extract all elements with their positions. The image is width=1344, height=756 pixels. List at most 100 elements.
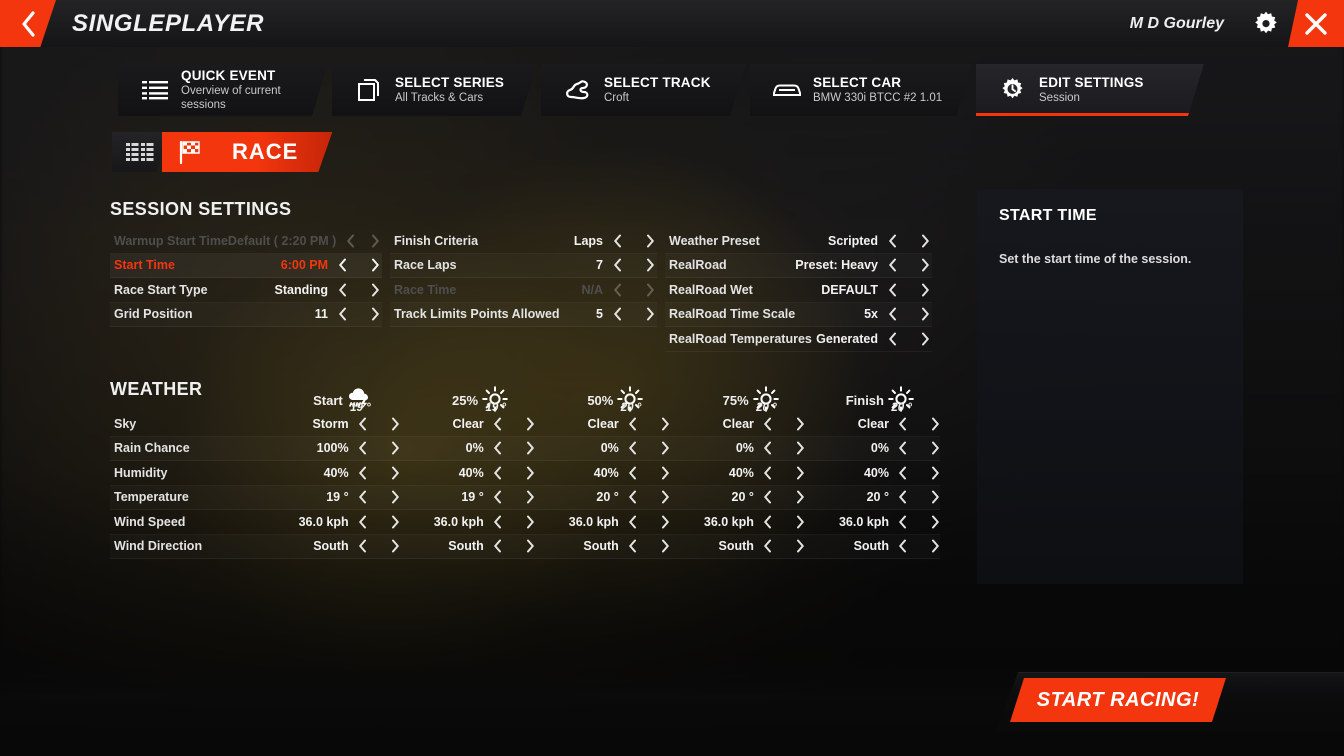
chevron-left-icon[interactable]	[358, 441, 367, 455]
chevron-right-icon[interactable]	[931, 490, 940, 504]
chevron-left-icon[interactable]	[628, 417, 637, 431]
nav-tab-quick-event[interactable]: QUICK EVENT Overview of current sessions	[118, 64, 328, 116]
weather-cell[interactable]: 40%	[805, 466, 940, 480]
chevron-right-icon[interactable]	[921, 307, 930, 321]
chevron-left-icon[interactable]	[493, 539, 502, 553]
setting-row[interactable]: Race Laps 7	[390, 254, 657, 278]
weather-cell[interactable]: Storm	[265, 417, 400, 431]
chevron-left-icon[interactable]	[763, 515, 772, 529]
close-button[interactable]	[1288, 0, 1344, 47]
chevron-left-icon[interactable]	[898, 466, 907, 480]
weather-cell[interactable]: 36.0 kph	[265, 515, 400, 529]
chevron-left-icon[interactable]	[346, 234, 355, 248]
chevron-left-icon[interactable]	[493, 466, 502, 480]
chevron-left-icon[interactable]	[763, 466, 772, 480]
chevron-left-icon[interactable]	[358, 490, 367, 504]
chevron-right-icon[interactable]	[931, 515, 940, 529]
chevron-left-icon[interactable]	[358, 417, 367, 431]
weather-cell[interactable]: 0%	[535, 441, 670, 455]
chevron-right-icon[interactable]	[526, 490, 535, 504]
chevron-right-icon[interactable]	[931, 539, 940, 553]
start-racing-button[interactable]: START RACING!	[1010, 678, 1226, 722]
chevron-right-icon[interactable]	[391, 417, 400, 431]
weather-cell[interactable]: Clear	[400, 417, 535, 431]
chevron-right-icon[interactable]	[921, 332, 930, 346]
chevron-left-icon[interactable]	[898, 441, 907, 455]
chevron-left-icon[interactable]	[763, 490, 772, 504]
weather-cell[interactable]: 20 °	[535, 490, 670, 504]
chevron-left-icon[interactable]	[493, 417, 502, 431]
chevron-right-icon[interactable]	[796, 441, 805, 455]
weather-cell[interactable]: South	[535, 539, 670, 553]
weather-cell[interactable]: 0%	[805, 441, 940, 455]
chevron-left-icon[interactable]	[358, 466, 367, 480]
chevron-left-icon[interactable]	[493, 515, 502, 529]
chevron-left-icon[interactable]	[628, 539, 637, 553]
chevron-right-icon[interactable]	[796, 539, 805, 553]
chevron-left-icon[interactable]	[898, 515, 907, 529]
chevron-left-icon[interactable]	[493, 490, 502, 504]
weather-cell[interactable]: Clear	[670, 417, 805, 431]
chevron-right-icon[interactable]	[646, 283, 655, 297]
chevron-right-icon[interactable]	[371, 283, 380, 297]
session-tab-race[interactable]: RACE	[162, 132, 332, 172]
chevron-right-icon[interactable]	[921, 258, 930, 272]
weather-cell[interactable]: South	[265, 539, 400, 553]
chevron-right-icon[interactable]	[931, 417, 940, 431]
chevron-right-icon[interactable]	[526, 466, 535, 480]
weather-cell[interactable]: 19 °	[400, 490, 535, 504]
weather-cell[interactable]: 0%	[670, 441, 805, 455]
chevron-right-icon[interactable]	[661, 466, 670, 480]
weather-cell[interactable]: South	[670, 539, 805, 553]
chevron-left-icon[interactable]	[338, 283, 347, 297]
weather-cell[interactable]: 36.0 kph	[535, 515, 670, 529]
chevron-right-icon[interactable]	[646, 234, 655, 248]
setting-row[interactable]: Weather Preset Scripted	[665, 229, 932, 254]
weather-cell[interactable]: 36.0 kph	[805, 515, 940, 529]
chevron-right-icon[interactable]	[371, 307, 380, 321]
chevron-left-icon[interactable]	[613, 283, 622, 297]
weather-cell[interactable]: 100%	[265, 441, 400, 455]
setting-row[interactable]: Start Time 6:00 PM	[110, 253, 382, 278]
chevron-left-icon[interactable]	[763, 417, 772, 431]
chevron-right-icon[interactable]	[661, 515, 670, 529]
chevron-right-icon[interactable]	[526, 417, 535, 431]
back-button[interactable]	[0, 0, 56, 47]
weather-cell[interactable]: 19 °	[265, 490, 400, 504]
weather-cell[interactable]: 20 °	[805, 490, 940, 504]
weather-cell[interactable]: 40%	[400, 466, 535, 480]
chevron-right-icon[interactable]	[796, 417, 805, 431]
chevron-right-icon[interactable]	[921, 283, 930, 297]
chevron-right-icon[interactable]	[391, 515, 400, 529]
chevron-left-icon[interactable]	[628, 466, 637, 480]
chevron-left-icon[interactable]	[898, 490, 907, 504]
nav-tab-select-track[interactable]: SELECT TRACK Croft	[541, 64, 746, 116]
weather-cell[interactable]: 40%	[265, 466, 400, 480]
chevron-left-icon[interactable]	[888, 332, 897, 346]
chevron-left-icon[interactable]	[888, 307, 897, 321]
chevron-right-icon[interactable]	[661, 490, 670, 504]
chevron-right-icon[interactable]	[391, 539, 400, 553]
chevron-left-icon[interactable]	[613, 234, 622, 248]
nav-tab-edit-settings[interactable]: EDIT SETTINGS Session	[976, 64, 1204, 116]
setting-row[interactable]: RealRoad Wet DEFAULT	[665, 278, 932, 303]
nav-tab-select-series[interactable]: SELECT SERIES All Tracks & Cars	[332, 64, 537, 116]
chevron-left-icon[interactable]	[338, 258, 347, 272]
chevron-right-icon[interactable]	[646, 307, 655, 321]
chevron-right-icon[interactable]	[526, 441, 535, 455]
chevron-left-icon[interactable]	[888, 283, 897, 297]
chevron-left-icon[interactable]	[898, 539, 907, 553]
chevron-right-icon[interactable]	[371, 258, 380, 272]
chevron-right-icon[interactable]	[526, 539, 535, 553]
weather-cell[interactable]: Clear	[805, 417, 940, 431]
weather-cell[interactable]: 0%	[400, 441, 535, 455]
chevron-right-icon[interactable]	[661, 417, 670, 431]
setting-row[interactable]: RealRoad Preset: Heavy	[665, 254, 932, 278]
chevron-right-icon[interactable]	[526, 515, 535, 529]
chevron-left-icon[interactable]	[888, 258, 897, 272]
weather-cell[interactable]: 20 °	[670, 490, 805, 504]
chevron-left-icon[interactable]	[358, 539, 367, 553]
chevron-right-icon[interactable]	[931, 441, 940, 455]
nav-tab-select-car[interactable]: SELECT CAR BMW 330i BTCC #2 1.01	[750, 64, 972, 116]
weather-cell[interactable]: Clear	[535, 417, 670, 431]
